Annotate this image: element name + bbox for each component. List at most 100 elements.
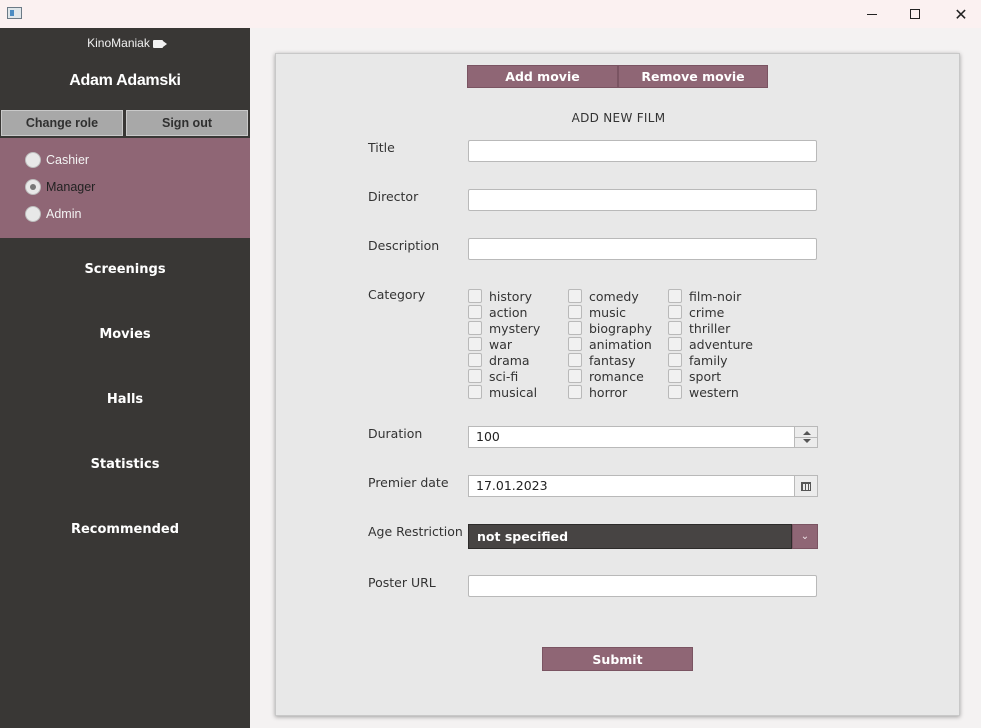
role-option-admin[interactable]: Admin — [25, 206, 81, 222]
category-biography[interactable]: biography — [568, 320, 652, 336]
nav-movies[interactable]: Movies — [0, 327, 250, 342]
checkbox[interactable] — [668, 385, 682, 399]
role-selector: Cashier Manager Admin — [0, 138, 250, 238]
premier-date-picker[interactable]: 17.01.2023 — [468, 475, 818, 497]
nav-screenings[interactable]: Screenings — [0, 262, 250, 277]
age-restriction-value[interactable]: not specified — [468, 524, 792, 549]
category-label: mystery — [489, 320, 541, 336]
category-war[interactable]: war — [468, 336, 540, 352]
nav-recommended[interactable]: Recommended — [0, 522, 250, 537]
brand: KinoManiak — [0, 36, 250, 50]
category-sport[interactable]: sport — [668, 368, 753, 384]
checkbox[interactable] — [568, 337, 582, 351]
category-label: music — [589, 304, 626, 320]
sign-out-button[interactable]: Sign out — [126, 110, 248, 136]
category-action[interactable]: action — [468, 304, 540, 320]
remove-movie-button[interactable]: Remove movie — [618, 65, 768, 88]
category-sci-fi[interactable]: sci-fi — [468, 368, 540, 384]
checkbox[interactable] — [668, 305, 682, 319]
category-comedy[interactable]: comedy — [568, 288, 652, 304]
category-label: sport — [689, 368, 722, 384]
category-label: musical — [489, 384, 538, 400]
change-role-button[interactable]: Change role — [1, 110, 123, 136]
director-input[interactable] — [468, 189, 817, 211]
calendar-button[interactable] — [794, 475, 818, 497]
role-option-manager[interactable]: Manager — [25, 179, 95, 195]
age-restriction-select[interactable]: not specified ⌄ — [468, 524, 818, 549]
category-drama[interactable]: drama — [468, 352, 540, 368]
checkbox[interactable] — [468, 353, 482, 367]
category-film-noir[interactable]: film-noir — [668, 288, 753, 304]
checkbox[interactable] — [468, 321, 482, 335]
checkbox[interactable] — [468, 369, 482, 383]
premier-date-label: Premier date — [368, 475, 449, 490]
checkbox[interactable] — [568, 353, 582, 367]
radio-button[interactable] — [25, 206, 41, 222]
category-label: fantasy — [589, 352, 636, 368]
radio-button-selected[interactable] — [25, 179, 41, 195]
add-film-panel: Add movie Remove movie ADD NEW FILM Titl… — [275, 53, 960, 716]
category-label: western — [689, 384, 739, 400]
app-icon — [7, 7, 22, 19]
duration-input[interactable]: 100 — [468, 426, 794, 448]
maximize-button[interactable] — [892, 0, 938, 28]
category-label: Category — [368, 287, 426, 302]
close-icon: ✕ — [954, 4, 968, 24]
maximize-icon — [910, 9, 920, 19]
role-label: Manager — [46, 180, 96, 194]
category-crime[interactable]: crime — [668, 304, 753, 320]
checkbox[interactable] — [568, 321, 582, 335]
category-label: film-noir — [689, 288, 742, 304]
checkbox[interactable] — [468, 289, 482, 303]
divider — [795, 437, 817, 438]
nav-statistics[interactable]: Statistics — [0, 457, 250, 472]
title-input[interactable] — [468, 140, 817, 162]
minimize-button[interactable] — [849, 0, 895, 28]
director-label: Director — [368, 189, 419, 204]
chevron-down-icon[interactable]: ⌄ — [792, 524, 818, 549]
close-button[interactable]: ✕ — [938, 0, 981, 28]
category-mystery[interactable]: mystery — [468, 320, 540, 336]
checkbox[interactable] — [668, 369, 682, 383]
category-label: sci-fi — [489, 368, 519, 384]
category-fantasy[interactable]: fantasy — [568, 352, 652, 368]
decrement-arrow-icon[interactable] — [803, 439, 811, 443]
category-horror[interactable]: horror — [568, 384, 652, 400]
checkbox[interactable] — [568, 369, 582, 383]
spinner-arrows[interactable] — [794, 426, 818, 448]
category-history[interactable]: history — [468, 288, 540, 304]
checkbox[interactable] — [468, 337, 482, 351]
checkbox[interactable] — [668, 289, 682, 303]
category-label: action — [489, 304, 528, 320]
checkbox[interactable] — [568, 385, 582, 399]
duration-spinner[interactable]: 100 — [468, 426, 818, 448]
checkbox[interactable] — [668, 321, 682, 335]
nav-halls[interactable]: Halls — [0, 392, 250, 407]
description-label: Description — [368, 238, 440, 253]
submit-button[interactable]: Submit — [542, 647, 693, 671]
poster-url-input[interactable] — [468, 575, 817, 597]
checkbox[interactable] — [668, 337, 682, 351]
role-option-cashier[interactable]: Cashier — [25, 152, 89, 168]
checkbox[interactable] — [568, 289, 582, 303]
checkbox[interactable] — [568, 305, 582, 319]
category-music[interactable]: music — [568, 304, 652, 320]
form-heading: ADD NEW FILM — [571, 111, 666, 125]
add-movie-button[interactable]: Add movie — [467, 65, 618, 88]
category-label: war — [489, 336, 513, 352]
radio-button[interactable] — [25, 152, 41, 168]
category-western[interactable]: western — [668, 384, 753, 400]
category-thriller[interactable]: thriller — [668, 320, 753, 336]
category-adventure[interactable]: adventure — [668, 336, 753, 352]
checkbox[interactable] — [668, 353, 682, 367]
checkbox[interactable] — [468, 385, 482, 399]
description-input[interactable] — [468, 238, 817, 260]
category-family[interactable]: family — [668, 352, 753, 368]
increment-arrow-icon[interactable] — [803, 431, 811, 435]
category-animation[interactable]: animation — [568, 336, 652, 352]
window-titlebar: ✕ — [0, 0, 981, 28]
premier-date-input[interactable]: 17.01.2023 — [468, 475, 794, 497]
checkbox[interactable] — [468, 305, 482, 319]
category-musical[interactable]: musical — [468, 384, 540, 400]
category-romance[interactable]: romance — [568, 368, 652, 384]
